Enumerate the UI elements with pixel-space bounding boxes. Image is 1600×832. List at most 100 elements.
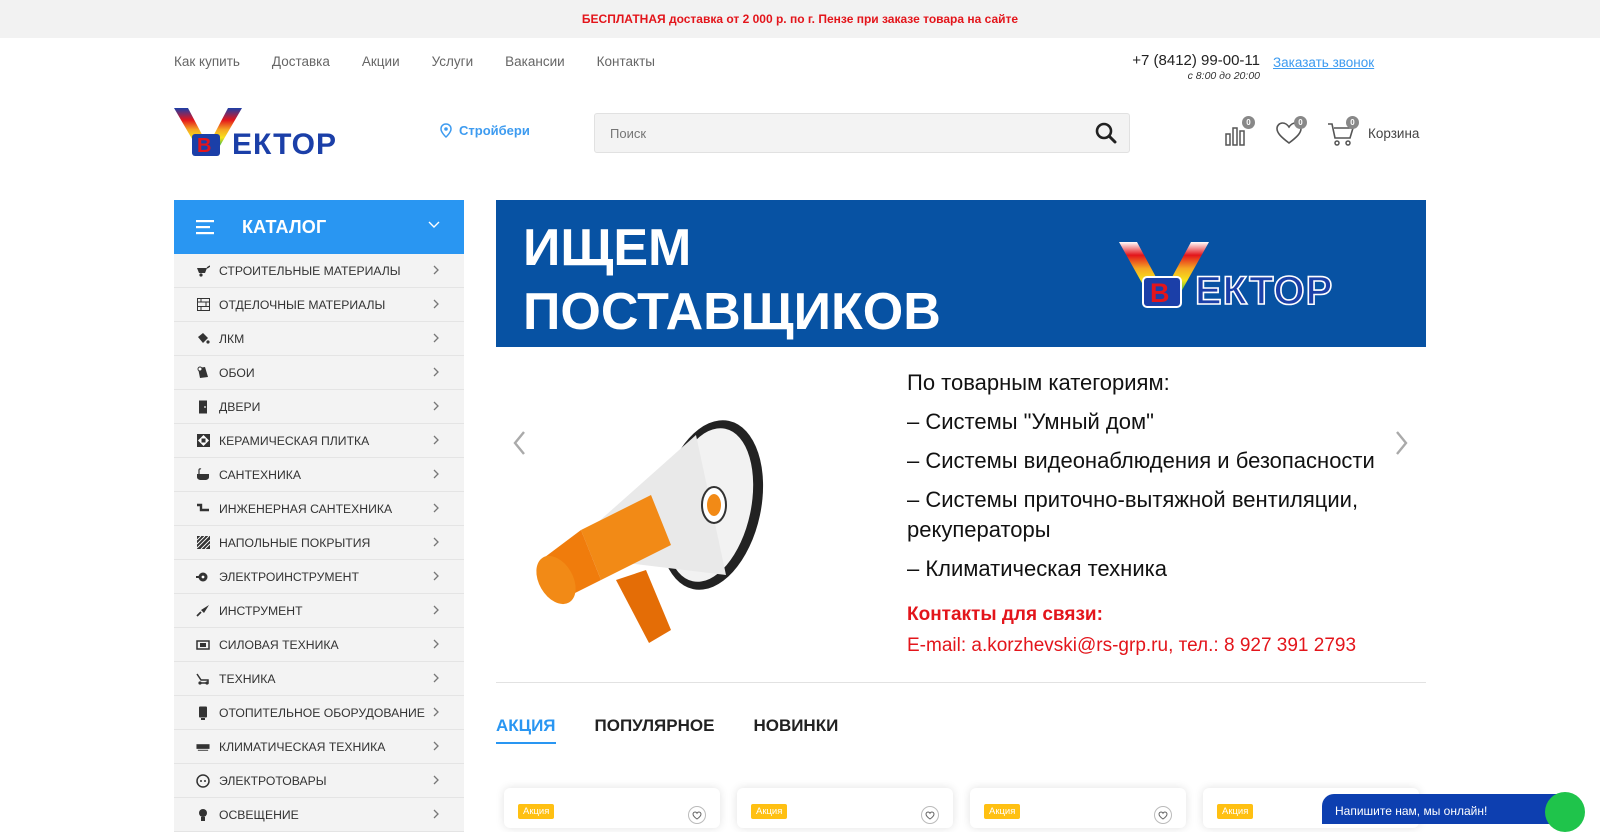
chevron-right-icon xyxy=(433,299,439,309)
socket-icon xyxy=(196,773,210,788)
banner-line-cctv: – Системы видеонаблюдения и безопасности xyxy=(907,448,1375,473)
cart-label[interactable]: Корзина xyxy=(1368,126,1419,141)
catalog-item-heating-equipment[interactable]: ОТОПИТЕЛЬНОЕ ОБОРУДОВАНИЕ xyxy=(174,696,464,730)
banner-text: По товарным категориям: – Системы "Умный… xyxy=(907,368,1422,657)
search-icon[interactable] xyxy=(1095,122,1117,144)
chevron-right-icon xyxy=(433,639,439,649)
chat-status-indicator[interactable] xyxy=(1545,792,1585,832)
catalog-item-label: САНТЕХНИКА xyxy=(219,467,301,482)
catalog-item-machinery[interactable]: ТЕХНИКА xyxy=(174,662,464,696)
svg-text:ЕКТОР: ЕКТОР xyxy=(1195,269,1333,311)
nav-link-delivery[interactable]: Доставка xyxy=(272,54,330,69)
callback-link[interactable]: Заказать звонок xyxy=(1273,55,1374,70)
chevron-right-icon xyxy=(433,605,439,615)
catalog-item-label: ЭЛЕКТРОТОВАРЫ xyxy=(219,773,327,788)
tab-new[interactable]: НОВИНКИ xyxy=(753,716,838,744)
tab-sale[interactable]: АКЦИЯ xyxy=(496,716,556,744)
chevron-right-icon xyxy=(433,503,439,513)
nav-link-how-to-buy[interactable]: Как купить xyxy=(174,54,240,69)
catalog-item-paints[interactable]: ЛКМ xyxy=(174,322,464,356)
product-card[interactable]: Акция xyxy=(970,788,1186,828)
catalog-item-label: ИНСТРУМЕНТ xyxy=(219,603,303,618)
generator-icon xyxy=(196,638,210,652)
wheelbarrow-icon xyxy=(196,264,210,278)
catalog-item-power-equipment[interactable]: СИЛОВАЯ ТЕХНИКА xyxy=(174,628,464,662)
hero-banner[interactable]: ИЩЕМ ПОСТАВЩИКОВ B ЕКТОР По товарным кат… xyxy=(496,200,1426,675)
sale-badge: Акция xyxy=(751,804,788,819)
favorites-button[interactable]: 0 xyxy=(1274,116,1307,148)
header: B ЕКТОР Стройбери 0 0 xyxy=(0,96,1600,172)
nav-link-services[interactable]: Услуги xyxy=(432,54,474,69)
product-tabs: АКЦИЯ ПОПУЛЯРНОЕ НОВИНКИ xyxy=(496,716,838,744)
sale-badge: Акция xyxy=(518,804,555,819)
catalog-item-ceramic-tile[interactable]: КЕРАМИЧЕСКАЯ ПЛИТКА xyxy=(174,424,464,458)
saw-icon xyxy=(196,570,210,584)
chevron-down-icon xyxy=(428,221,440,228)
catalog-item-lighting[interactable]: ОСВЕЩЕНИЕ xyxy=(174,798,464,832)
catalog-item-finishing-materials[interactable]: ОТДЕЛОЧНЫЕ МАТЕРИАЛЫ xyxy=(174,288,464,322)
chevron-right-icon xyxy=(433,265,439,275)
phone-block: +7 (8412) 99-00-11 с 8:00 до 20:00 xyxy=(1126,52,1260,82)
chat-label: Напишите нам, мы онлайн! xyxy=(1335,804,1488,818)
slider-next-arrow-icon[interactable] xyxy=(1391,428,1411,458)
catalog-item-wallpaper[interactable]: ОБОИ xyxy=(174,356,464,390)
svg-text:B: B xyxy=(197,135,211,157)
favorites-count-badge: 0 xyxy=(1294,116,1307,129)
catalog-item-doors[interactable]: ДВЕРИ xyxy=(174,390,464,424)
catalog-item-building-materials[interactable]: СТРОИТЕЛЬНЫЕ МАТЕРИАЛЫ xyxy=(174,254,464,288)
product-card[interactable]: Акция xyxy=(504,788,720,828)
map-pin-icon xyxy=(440,123,452,138)
compare-button[interactable]: 0 xyxy=(1222,116,1255,148)
catalog-item-climate-equipment[interactable]: КЛИМАТИЧЕСКАЯ ТЕХНИКА xyxy=(174,730,464,764)
chevron-right-icon xyxy=(433,469,439,479)
lawnmower-icon xyxy=(196,672,210,686)
banner-vektor-logo: B ЕКТОР xyxy=(1119,242,1333,311)
brick-pattern-icon xyxy=(196,298,210,312)
chevron-right-icon xyxy=(433,401,439,411)
slider-prev-arrow-icon[interactable] xyxy=(510,428,530,458)
megaphone-image xyxy=(536,420,764,643)
compare-count-badge: 0 xyxy=(1242,116,1255,129)
cart-button[interactable]: 0 xyxy=(1326,116,1359,148)
phone-number[interactable]: +7 (8412) 99-00-11 xyxy=(1126,52,1260,69)
banner-title-line-1: ИЩЕМ xyxy=(523,219,692,277)
catalog-item-label: КЛИМАТИЧЕСКАЯ ТЕХНИКА xyxy=(219,739,386,754)
catalog-item-engineering-plumbing[interactable]: ИНЖЕНЕРНАЯ САНТЕХНИКА xyxy=(174,492,464,526)
catalog-item-flooring[interactable]: НАПОЛЬНЫЕ ПОКРЫТИЯ xyxy=(174,526,464,560)
chevron-right-icon xyxy=(433,673,439,683)
favorite-heart-icon[interactable] xyxy=(921,806,939,824)
catalog-item-label: СТРОИТЕЛЬНЫЕ МАТЕРИАЛЫ xyxy=(219,263,401,278)
nav-link-promotions[interactable]: Акции xyxy=(362,54,400,69)
catalog-item-power-tools[interactable]: ЭЛЕКТРОИНСТРУМЕНТ xyxy=(174,560,464,594)
banner-title-line-2: ПОСТАВЩИКОВ xyxy=(523,283,941,341)
catalog-item-plumbing[interactable]: САНТЕХНИКА xyxy=(174,458,464,492)
catalog-item-tools[interactable]: ИНСТРУМЕНТ xyxy=(174,594,464,628)
vektor-logo[interactable]: B ЕКТОР xyxy=(174,106,380,160)
search-input[interactable] xyxy=(595,114,1065,152)
favorite-heart-icon[interactable] xyxy=(688,806,706,824)
banner-line-smart-home: – Системы "Умный дом" xyxy=(907,409,1154,434)
catalog-item-label: СИЛОВАЯ ТЕХНИКА xyxy=(219,637,339,652)
cart-count-badge: 0 xyxy=(1346,116,1359,129)
section-divider xyxy=(496,682,1426,683)
tab-popular[interactable]: ПОПУЛЯРНОЕ xyxy=(595,716,715,744)
catalog-item-label: ДВЕРИ xyxy=(219,399,261,414)
location-selector[interactable]: Стройбери xyxy=(440,123,530,138)
catalog-item-electrical-goods[interactable]: ЭЛЕКТРОТОВАРЫ xyxy=(174,764,464,798)
favorite-heart-icon[interactable] xyxy=(1154,806,1172,824)
nav-link-contacts[interactable]: Контакты xyxy=(597,54,655,69)
catalog-item-label: ОСВЕЩЕНИЕ xyxy=(219,807,299,822)
catalog-item-label: ТЕХНИКА xyxy=(219,671,276,686)
boiler-icon xyxy=(196,706,210,720)
nav-link-vacancies[interactable]: Вакансии xyxy=(505,54,565,69)
banner-contacts-heading: Контакты для связи: xyxy=(907,604,1103,625)
catalog-item-label: ЭЛЕКТРОИНСТРУМЕНТ xyxy=(219,569,359,584)
banner-line-categories: По товарным категориям: xyxy=(907,370,1170,395)
catalog-item-label: КЕРАМИЧЕСКАЯ ПЛИТКА xyxy=(219,433,370,448)
banner-contacts-line: E-mail: a.korzhevski@rs-grp.ru, тел.: 8 … xyxy=(907,635,1357,656)
chevron-right-icon xyxy=(433,809,439,819)
product-card[interactable]: Акция xyxy=(737,788,953,828)
catalog-header[interactable]: КАТАЛОГ xyxy=(174,200,464,254)
banner-title: ИЩЕМ ПОСТАВЩИКОВ xyxy=(523,216,941,344)
parquet-icon xyxy=(196,536,210,550)
